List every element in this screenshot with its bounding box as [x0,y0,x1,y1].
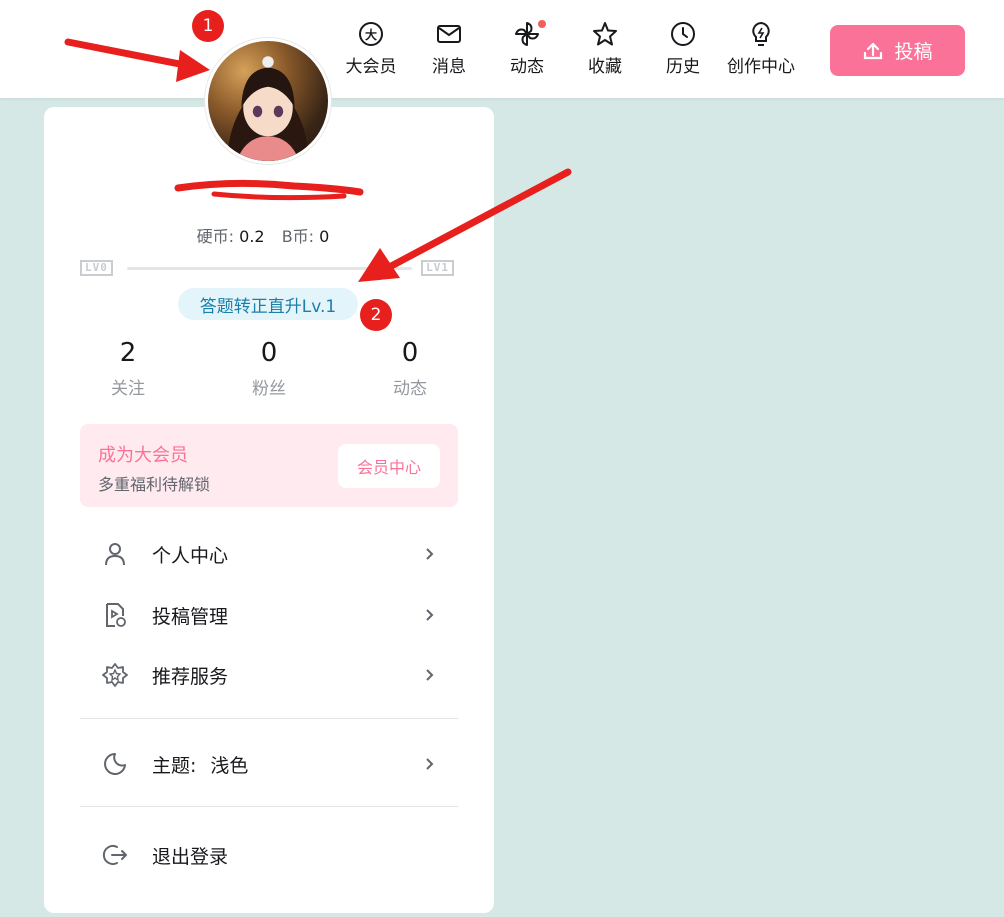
coin-balance: 硬币: 0.2 B币: 0 [44,223,494,247]
badge-star-icon [102,663,128,687]
stat-following[interactable]: 2 关注 [58,338,198,408]
nav-vip[interactable]: 大 大会员 [336,20,406,82]
chevron-right-icon [426,758,434,770]
video-file-icon [106,603,126,627]
vip-title: 成为大会员 [98,445,188,466]
vip-subtitle: 多重福利待解锁 [98,475,211,494]
nav-label: 收藏 [588,57,622,77]
chevron-right-icon [426,548,434,560]
annotation-marker-2: 2 [360,299,392,331]
menu-label: 退出登录 [152,845,229,868]
theme-text: 主题: 浅色 [152,751,422,778]
level-next-badge: LV1 [421,260,454,276]
nav-messages[interactable]: 消息 [414,20,484,82]
menu-label: 推荐服务 [152,665,229,688]
menu-recommend[interactable]: 推荐服务 [80,649,458,701]
bcoin-label: B币: [281,227,315,246]
avatar-image [227,56,309,161]
theme-value: 浅色 [210,754,249,777]
coins-label: 硬币: [196,227,235,246]
nav-history[interactable]: 历史 [648,20,718,82]
logout-icon [102,845,127,865]
theme-label: 主题: [152,754,197,777]
divider [80,806,458,807]
nav-label: 历史 [666,57,700,77]
star-icon [593,22,617,46]
top-header: 大 大会员 消息 动态 收藏 历史 创作中心 投稿 [0,0,1004,98]
level-progress-bar [127,267,412,270]
redaction-scribble [174,179,364,201]
answer-upgrade-link[interactable]: 答题转正直升Lv.1 [178,288,358,320]
vip-center-button[interactable]: 会员中心 [338,444,440,488]
upload-icon [864,42,883,59]
coins-value: 0.2 [239,227,265,246]
stat-dynamics[interactable]: 0 动态 [340,338,480,408]
menu-personal-center[interactable]: 个人中心 [80,528,458,580]
clock-icon [671,22,695,46]
user-icon [105,543,125,566]
lightbulb-icon [752,21,770,46]
mail-icon [437,25,461,43]
nav-label: 大会员 [345,57,397,77]
bcoin-value: 0 [319,227,330,246]
big-member-icon: 大 [359,22,383,46]
stat-value: 2 [119,338,137,368]
chevron-right-icon [426,609,434,621]
nav-label: 消息 [432,57,466,77]
stat-label: 粉丝 [252,379,286,399]
stat-value: 0 [260,338,278,368]
upload-label: 投稿 [894,41,933,63]
moon-icon [104,753,126,775]
pinwheel-icon [515,22,539,46]
nav-label: 创作中心 [727,57,795,77]
username [44,178,494,210]
avatar[interactable] [205,38,331,164]
notification-dot [538,20,546,28]
stat-label: 动态 [393,379,427,399]
menu-label: 投稿管理 [152,605,229,628]
nav-dynamic[interactable]: 动态 [492,20,562,82]
level-current-badge: LV0 [80,260,113,276]
menu-label: 个人中心 [152,544,229,567]
stat-followers[interactable]: 0 粉丝 [199,338,339,408]
level-progress: LV0 LV1 [80,258,454,278]
chevron-right-icon [426,669,434,681]
stat-label: 关注 [111,379,145,399]
nav-creator[interactable]: 创作中心 [720,20,802,82]
annotation-marker-1: 1 [192,10,224,42]
nav-favorites[interactable]: 收藏 [570,20,640,82]
menu-theme[interactable]: 主题: 浅色 [80,738,458,790]
menu-upload-manage[interactable]: 投稿管理 [80,589,458,641]
menu-logout[interactable]: 退出登录 [80,829,458,881]
svg-text:大: 大 [365,27,377,42]
divider [80,718,458,719]
nav-label: 动态 [510,57,544,77]
stats-row: 2 关注 0 粉丝 0 动态 [58,338,480,408]
vip-promo[interactable]: 成为大会员 多重福利待解锁 会员中心 [80,424,458,507]
upload-button[interactable]: 投稿 [830,25,965,76]
stat-value: 0 [401,338,419,368]
